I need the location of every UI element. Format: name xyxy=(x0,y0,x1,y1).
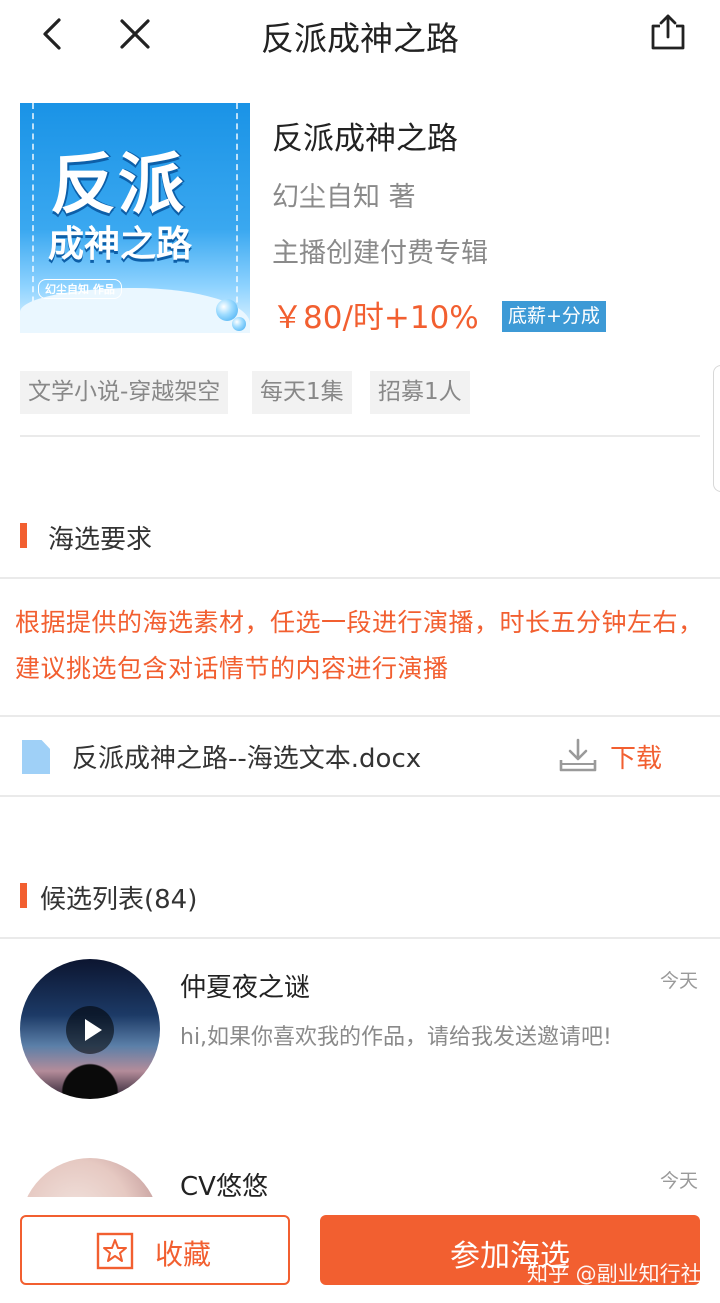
candidate-time: 今天 xyxy=(660,970,699,992)
candidate-name[interactable]: 仲夏夜之谜 xyxy=(180,967,310,1004)
candidate-time: 今天 xyxy=(660,1170,699,1192)
book-title: 反派成神之路 xyxy=(272,121,458,157)
cover-title-line1: 反派 xyxy=(50,146,186,223)
play-button[interactable] xyxy=(66,1006,114,1054)
download-icon[interactable] xyxy=(557,738,599,774)
file-icon xyxy=(22,740,50,774)
tag-category: 文学小说-穿越架空 xyxy=(20,371,229,414)
divider xyxy=(0,795,720,797)
book-cover-image[interactable]: 反派 成神之路 幻尘自知 作品 xyxy=(20,103,250,333)
cover-border-line xyxy=(32,103,34,333)
section-accent-bar xyxy=(20,883,27,908)
candidate-message: hi,如果你喜欢我的作品，请给我发送邀请吧! xyxy=(180,1025,612,1050)
pay-type-badge: 底薪+分成 xyxy=(502,301,606,332)
share-button[interactable] xyxy=(645,10,691,54)
divider xyxy=(0,715,720,717)
divider xyxy=(20,435,700,437)
divider xyxy=(0,937,720,939)
price-text: ￥80/时+10% xyxy=(272,300,479,336)
watermark: 知乎 @副业知行社 xyxy=(527,1262,702,1286)
tag-schedule: 每天1集 xyxy=(252,371,352,414)
star-bookmark-icon xyxy=(96,1232,134,1270)
favorite-label: 收藏 xyxy=(155,1238,212,1271)
cover-border-line xyxy=(236,103,238,333)
file-name[interactable]: 反派成神之路--海选文本.docx xyxy=(72,738,421,775)
download-button[interactable]: 下载 xyxy=(610,738,662,775)
divider xyxy=(0,577,720,579)
tag-recruit: 招募1人 xyxy=(370,371,470,414)
section-accent-bar xyxy=(20,523,27,548)
favorite-button[interactable]: 收藏 xyxy=(20,1215,290,1285)
candidates-section-title: 候选列表(84) xyxy=(40,885,198,915)
cover-title-line2: 成神之路 xyxy=(48,224,193,265)
requirements-text: 根据提供的海选素材，任选一段进行演播，时长五分钟左右，建议挑选包含对话情节的内容… xyxy=(15,608,704,683)
book-author: 幻尘自知 著 xyxy=(272,182,416,213)
top-nav-bar: 反派成神之路 xyxy=(0,0,720,70)
cover-author-tag: 幻尘自知 作品 xyxy=(38,279,122,299)
play-icon xyxy=(85,1019,102,1041)
side-handle[interactable] xyxy=(713,365,720,492)
cover-water-drop xyxy=(232,317,246,331)
share-icon xyxy=(651,14,685,50)
book-type: 主播创建付费专辑 xyxy=(272,238,488,269)
requirements-section-title: 海选要求 xyxy=(48,525,153,555)
page-title: 反派成神之路 xyxy=(261,19,459,58)
